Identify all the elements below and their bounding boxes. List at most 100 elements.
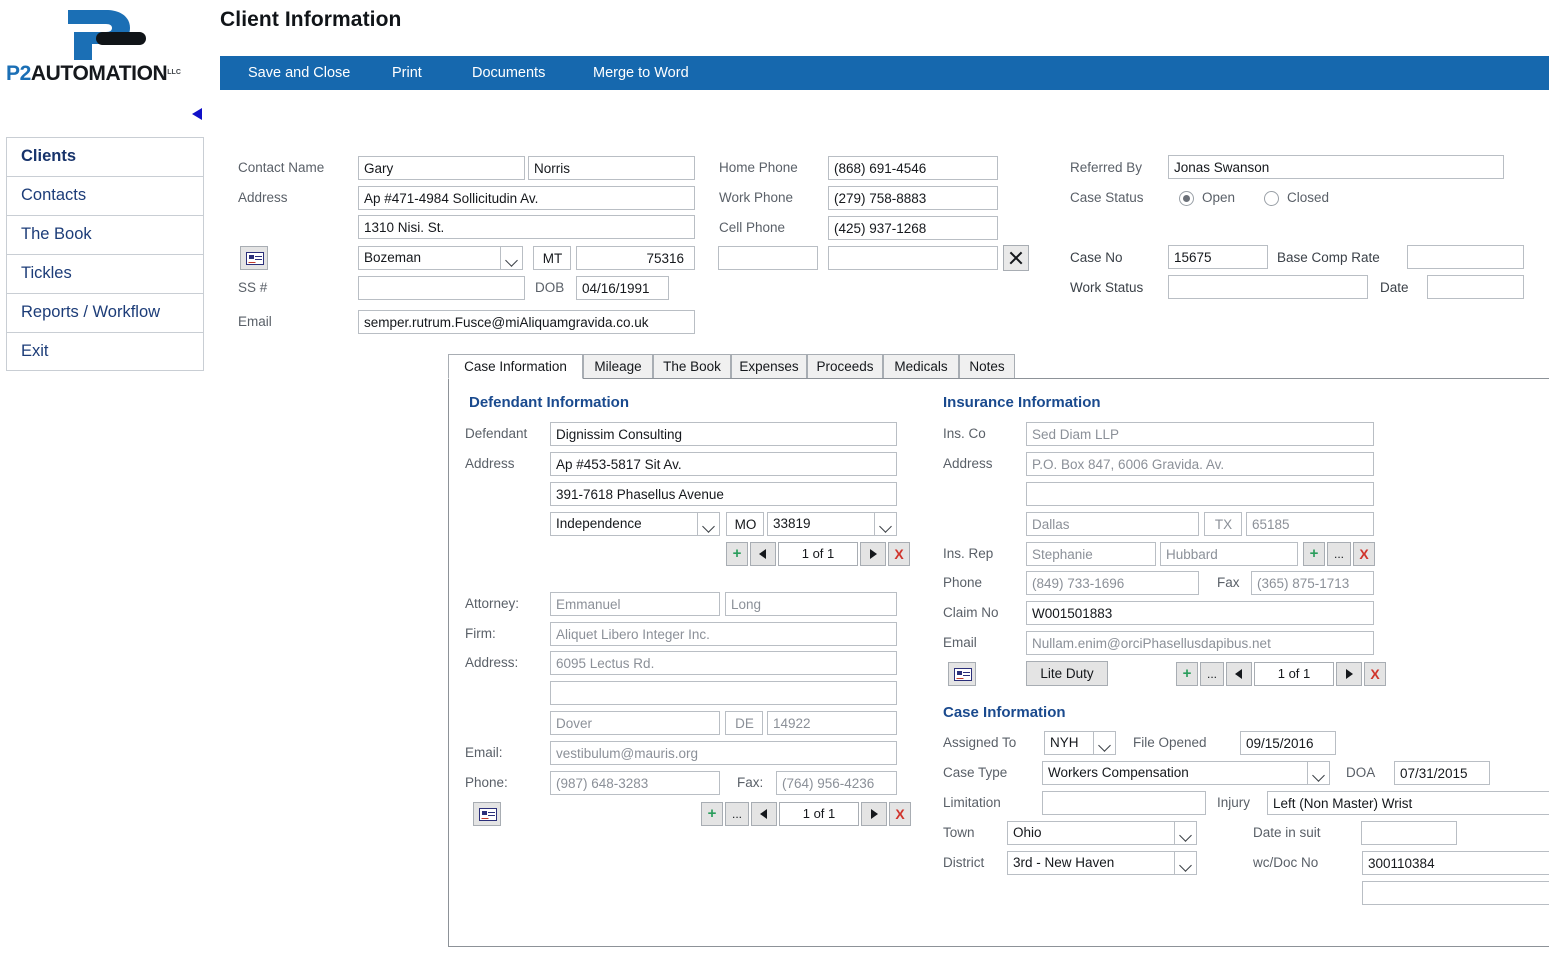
insurance-claim-no-input[interactable] <box>1026 601 1374 625</box>
attorney-phone-input[interactable] <box>550 771 720 795</box>
defendant-add-button[interactable]: + <box>726 542 748 566</box>
tab-case-information[interactable]: Case Information <box>448 354 583 379</box>
insurance-city-input[interactable] <box>1026 512 1199 536</box>
attorney-email-input[interactable] <box>550 741 897 765</box>
first-name-input[interactable] <box>358 156 525 180</box>
insurance-email-input[interactable] <box>1026 631 1374 655</box>
referred-by-input[interactable] <box>1168 155 1504 179</box>
documents-button[interactable]: Documents <box>472 56 545 90</box>
district-select[interactable]: 3rd - New Haven <box>1007 851 1197 875</box>
address-line2-input[interactable] <box>358 215 695 239</box>
insurance-company-input[interactable] <box>1026 422 1374 446</box>
insurance-address-line1-input[interactable] <box>1026 452 1374 476</box>
sidebar-item-reports-workflow[interactable]: Reports / Workflow <box>6 293 204 332</box>
case-type-select[interactable]: Workers Compensation <box>1042 761 1330 785</box>
defendant-delete-button[interactable]: X <box>888 542 910 566</box>
date-input[interactable] <box>1427 275 1524 299</box>
insurance-state-input[interactable] <box>1204 512 1242 536</box>
defendant-address-line2-input[interactable] <box>550 482 897 506</box>
attorney-fax-input[interactable] <box>776 771 897 795</box>
attorney-last-name-input[interactable] <box>725 592 897 616</box>
attorney-address-line1-input[interactable] <box>550 651 897 675</box>
save-and-close-button[interactable]: Save and Close <box>248 56 350 90</box>
attorney-add-button[interactable]: + <box>701 802 723 826</box>
home-phone-input[interactable] <box>828 156 998 180</box>
clear-phone-close-icon-button[interactable] <box>1003 245 1029 271</box>
tab-proceeds[interactable]: Proceeds <box>807 354 883 379</box>
sidebar-item-tickles[interactable]: Tickles <box>6 254 204 293</box>
attorney-contact-card-icon-button[interactable] <box>473 802 501 826</box>
email-input[interactable] <box>358 310 695 334</box>
insurance-rep-more-button[interactable]: ... <box>1327 542 1351 566</box>
insurance-prev-button[interactable] <box>1226 662 1252 686</box>
file-opened-input[interactable] <box>1240 731 1336 755</box>
collapse-left-triangle-icon[interactable] <box>190 106 204 122</box>
city-select[interactable]: Bozeman <box>358 246 523 270</box>
work-status-input[interactable] <box>1168 275 1368 299</box>
attorney-firm-input[interactable] <box>550 622 897 646</box>
case-no-input[interactable] <box>1168 245 1268 269</box>
insurance-address-line2-input[interactable] <box>1026 482 1374 506</box>
defendant-name-input[interactable] <box>550 422 897 446</box>
contact-card-icon-button[interactable] <box>240 246 268 270</box>
tab-the-book[interactable]: The Book <box>653 354 731 379</box>
address-line1-input[interactable] <box>358 186 695 210</box>
dob-input[interactable] <box>576 276 669 300</box>
attorney-delete-button[interactable]: X <box>889 802 911 826</box>
insurance-delete-button[interactable]: X <box>1364 662 1386 686</box>
sidebar-item-contacts[interactable]: Contacts <box>6 176 204 215</box>
defendant-zip-select[interactable]: 33819 <box>767 512 897 536</box>
sidebar-item-clients[interactable]: Clients <box>6 137 204 176</box>
wc-doc-no-input[interactable] <box>1362 851 1549 875</box>
doa-input[interactable] <box>1394 761 1490 785</box>
town-select[interactable]: Ohio <box>1007 821 1197 845</box>
defendant-city-select[interactable]: Independence <box>550 512 720 536</box>
merge-to-word-button[interactable]: Merge to Word <box>593 56 689 90</box>
attorney-prev-button[interactable] <box>751 802 777 826</box>
defendant-address-line1-input[interactable] <box>550 452 897 476</box>
tab-notes[interactable]: Notes <box>959 354 1015 379</box>
tab-mileage[interactable]: Mileage <box>583 354 653 379</box>
tab-expenses[interactable]: Expenses <box>731 354 807 379</box>
insurance-contact-card-icon-button[interactable] <box>948 662 976 686</box>
insurance-fax-input[interactable] <box>1251 571 1374 595</box>
sidebar-item-exit[interactable]: Exit <box>6 332 204 371</box>
insurance-zip-input[interactable] <box>1246 512 1374 536</box>
phone-extra-value-input[interactable] <box>828 246 998 270</box>
limitation-input[interactable] <box>1042 791 1206 815</box>
insurance-add-button[interactable]: + <box>1176 662 1198 686</box>
case-info-extra-input[interactable] <box>1362 881 1549 905</box>
base-comp-rate-input[interactable] <box>1407 245 1524 269</box>
defendant-state-input[interactable] <box>726 512 764 536</box>
defendant-prev-button[interactable] <box>750 542 776 566</box>
insurance-rep-last-name-input[interactable] <box>1160 542 1298 566</box>
print-button[interactable]: Print <box>392 56 422 90</box>
insurance-phone-input[interactable] <box>1026 571 1199 595</box>
phone-extra-label-input[interactable] <box>718 246 818 270</box>
zip-input[interactable] <box>576 246 695 270</box>
date-in-suit-input[interactable] <box>1361 821 1457 845</box>
case-status-closed-radio[interactable] <box>1264 191 1279 206</box>
insurance-next-button[interactable] <box>1336 662 1362 686</box>
assigned-to-select[interactable]: NYH <box>1044 731 1116 755</box>
attorney-more-button[interactable]: ... <box>725 802 749 826</box>
attorney-zip-input[interactable] <box>767 711 897 735</box>
attorney-first-name-input[interactable] <box>550 592 720 616</box>
insurance-more-button[interactable]: ... <box>1200 662 1224 686</box>
insurance-rep-delete-button[interactable]: X <box>1353 542 1375 566</box>
insurance-rep-first-name-input[interactable] <box>1026 542 1156 566</box>
lite-duty-button[interactable]: Lite Duty <box>1026 661 1108 686</box>
sidebar-item-the-book[interactable]: The Book <box>6 215 204 254</box>
attorney-city-input[interactable] <box>550 711 720 735</box>
case-status-open-radio[interactable] <box>1179 191 1194 206</box>
ss-number-input[interactable] <box>358 276 525 300</box>
state-input[interactable] <box>533 246 571 270</box>
tab-medicals[interactable]: Medicals <box>883 354 959 379</box>
attorney-address-line2-input[interactable] <box>550 681 897 705</box>
injury-input[interactable] <box>1267 791 1549 815</box>
work-phone-input[interactable] <box>828 186 998 210</box>
cell-phone-input[interactable] <box>828 216 998 240</box>
defendant-next-button[interactable] <box>860 542 886 566</box>
attorney-next-button[interactable] <box>861 802 887 826</box>
last-name-input[interactable] <box>528 156 695 180</box>
